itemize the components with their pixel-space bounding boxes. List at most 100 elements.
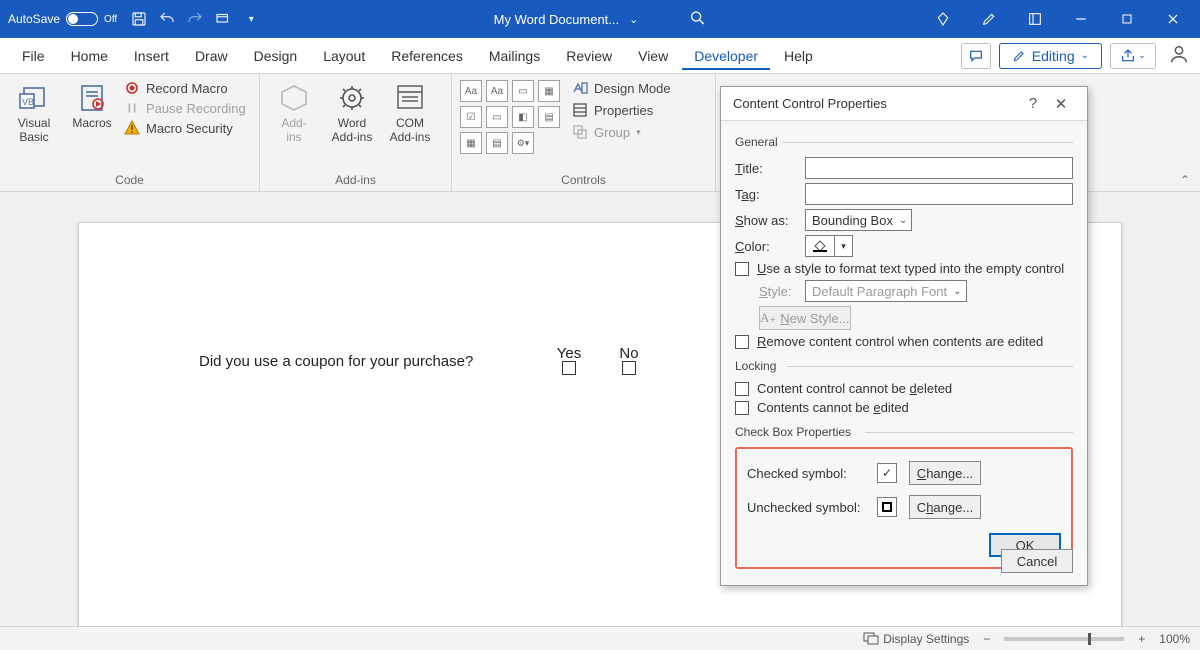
tab-references[interactable]: References xyxy=(379,42,475,70)
design-mode-button[interactable]: Design Mode xyxy=(572,80,671,96)
record-macro-button[interactable]: Record Macro xyxy=(124,80,246,96)
tab-draw[interactable]: Draw xyxy=(183,42,240,70)
checkbox-yes[interactable] xyxy=(562,361,576,375)
share-button[interactable]: ⌄ xyxy=(1110,43,1156,69)
menubar: File Home Insert Draw Design Layout Refe… xyxy=(0,38,1200,74)
undo-icon[interactable] xyxy=(155,7,179,31)
tab-design[interactable]: Design xyxy=(242,42,310,70)
lock-delete-label: Content control cannot be deleted xyxy=(757,381,952,396)
title-input[interactable] xyxy=(805,157,1073,179)
zoom-out-button[interactable]: − xyxy=(983,632,990,646)
help-button[interactable]: ? xyxy=(1019,95,1047,112)
gear-icon xyxy=(336,82,368,114)
cancel-button[interactable]: Cancel xyxy=(1001,549,1073,573)
word-addins-button[interactable]: Word Add-ins xyxy=(326,80,378,144)
group-button: Group ▾ xyxy=(572,124,671,140)
com-addins-button[interactable]: COM Add-ins xyxy=(384,80,436,144)
tab-insert[interactable]: Insert xyxy=(122,42,181,70)
title-chevron-down-icon[interactable]: ⌄ xyxy=(629,13,638,26)
warning-icon xyxy=(124,120,140,136)
chevron-down-icon: ⌄ xyxy=(1081,50,1089,61)
pause-icon xyxy=(124,100,140,116)
properties-button[interactable]: Properties xyxy=(572,102,671,118)
color-dropdown[interactable]: ▾ xyxy=(835,235,853,257)
ribbon-group-code: VB Visual Basic Macros Record Macro Paus… xyxy=(0,74,260,191)
section-general: General xyxy=(735,129,1073,153)
close-button[interactable] xyxy=(1154,7,1192,31)
dialog-close-button[interactable]: ✕ xyxy=(1047,95,1075,113)
account-icon[interactable] xyxy=(1168,43,1190,68)
visual-basic-button[interactable]: VB Visual Basic xyxy=(8,80,60,144)
macros-button[interactable]: Macros xyxy=(66,80,118,130)
autosave-toggle[interactable]: AutoSave Off xyxy=(8,12,117,26)
design-mode-icon xyxy=(572,80,588,96)
properties-icon xyxy=(572,102,588,118)
editing-mode-button[interactable]: Editing ⌄ xyxy=(999,43,1102,69)
minimize-button[interactable] xyxy=(1062,7,1100,31)
question-text: Did you use a coupon for your purchase? xyxy=(199,353,539,370)
style-label: Style: xyxy=(759,284,797,299)
unchecked-symbol-label: Unchecked symbol: xyxy=(747,500,865,515)
comments-button[interactable] xyxy=(961,43,991,69)
section-locking: Locking xyxy=(735,353,1073,377)
lock-edit-checkbox[interactable] xyxy=(735,401,749,415)
checked-symbol-preview: ✓ xyxy=(877,463,897,483)
tab-review[interactable]: Review xyxy=(554,42,624,70)
lock-delete-checkbox[interactable] xyxy=(735,382,749,396)
collapse-ribbon-button[interactable]: ⌃ xyxy=(1180,173,1190,187)
tab-file[interactable]: File xyxy=(10,42,57,70)
tab-mailings[interactable]: Mailings xyxy=(477,42,552,70)
tab-layout[interactable]: Layout xyxy=(311,42,377,70)
style-select: Default Paragraph Font⌄ xyxy=(805,280,967,302)
group-icon xyxy=(572,124,588,140)
zoom-in-button[interactable]: + xyxy=(1138,632,1145,646)
change-unchecked-button[interactable]: Change... xyxy=(909,495,981,519)
redo-icon[interactable] xyxy=(183,7,207,31)
macro-security-button[interactable]: Macro Security xyxy=(124,120,246,136)
titlebar: AutoSave Off ▾ My Word Document... ⌄ xyxy=(0,0,1200,38)
maximize-button[interactable] xyxy=(1108,7,1146,31)
group-label: Add-ins xyxy=(268,171,443,189)
remove-cc-label: Remove content control when contents are… xyxy=(757,334,1043,349)
tab-view[interactable]: View xyxy=(626,42,680,70)
ribbon-group-controls: AaAa▭▦ ☑▭◧▤ ▦▤⚙▾ Design Mode Properties … xyxy=(452,74,716,191)
color-label: Color: xyxy=(735,239,797,254)
showas-select[interactable]: Bounding Box⌄ xyxy=(805,209,912,231)
tab-developer[interactable]: Developer xyxy=(682,42,770,70)
zoom-slider[interactable] xyxy=(1004,637,1124,641)
checked-symbol-label: Checked symbol: xyxy=(747,466,865,481)
pen-icon[interactable] xyxy=(970,7,1008,31)
ribbon-group-addins: Add- ins Word Add-ins COM Add-ins Add-in… xyxy=(260,74,452,191)
checkbox-no[interactable] xyxy=(622,361,636,375)
app-icon[interactable] xyxy=(1016,7,1054,31)
com-addins-icon xyxy=(394,82,426,114)
document-title[interactable]: My Word Document... xyxy=(494,12,619,27)
diamond-icon[interactable] xyxy=(924,7,962,31)
lock-edit-label: Contents cannot be edited xyxy=(757,400,909,415)
zoom-level[interactable]: 100% xyxy=(1159,632,1190,646)
use-style-checkbox[interactable] xyxy=(735,262,749,276)
autosave-state: Off xyxy=(104,14,117,25)
remove-cc-checkbox[interactable] xyxy=(735,335,749,349)
macros-icon xyxy=(76,82,108,114)
dialog-title: Content Control Properties xyxy=(733,96,887,111)
controls-gallery[interactable]: AaAa▭▦ ☑▭◧▤ ▦▤⚙▾ xyxy=(460,80,560,154)
qat-dropdown-icon[interactable]: ▾ xyxy=(239,7,263,31)
pause-recording-button: Pause Recording xyxy=(124,100,246,116)
tag-input[interactable] xyxy=(805,183,1073,205)
search-icon[interactable] xyxy=(688,9,706,30)
editing-label: Editing xyxy=(1032,48,1075,64)
color-picker[interactable] xyxy=(805,235,835,257)
save-icon[interactable] xyxy=(127,7,151,31)
record-icon xyxy=(124,80,140,96)
unchecked-symbol-preview xyxy=(877,497,897,517)
tab-help[interactable]: Help xyxy=(772,42,825,70)
display-settings-button[interactable]: Display Settings xyxy=(863,632,969,646)
change-checked-button[interactable]: Change... xyxy=(909,461,981,485)
svg-text:VB: VB xyxy=(22,97,34,107)
qat-more-icon[interactable] xyxy=(211,7,235,31)
group-label: Code xyxy=(8,171,251,189)
monitor-icon xyxy=(863,632,879,646)
tab-home[interactable]: Home xyxy=(59,42,120,70)
autosave-label: AutoSave xyxy=(8,12,60,26)
